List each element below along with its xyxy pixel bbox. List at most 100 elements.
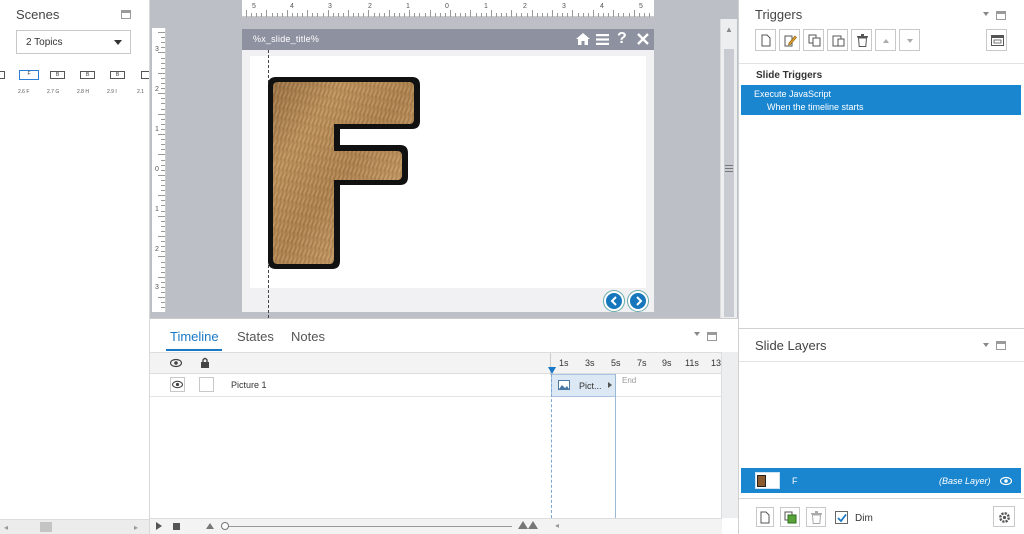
close-icon[interactable] (637, 33, 649, 45)
ruler-tick (419, 13, 421, 17)
stop-icon[interactable] (173, 523, 180, 530)
ruler-tick (424, 13, 426, 17)
timeline-header: 1s 3s 5s 7s 9s 11s 13 (150, 352, 722, 375)
zoom-slider-track[interactable] (222, 526, 512, 527)
eye-icon[interactable] (1000, 476, 1012, 486)
slide-thumb[interactable]: B (80, 71, 95, 79)
next-slide-button[interactable] (628, 291, 648, 311)
scroll-right-icon[interactable]: ▸ (134, 523, 138, 532)
chevron-down-icon[interactable] (694, 332, 700, 336)
menu-icon[interactable] (596, 33, 609, 46)
duplicate-layer-button[interactable] (780, 507, 800, 527)
chevron-down-icon[interactable] (983, 343, 989, 347)
ruler-tick (628, 13, 630, 17)
paste-trigger-button[interactable] (827, 29, 848, 51)
lock-toggle[interactable] (199, 377, 214, 392)
playhead[interactable] (548, 367, 556, 374)
ruler-tick (158, 256, 165, 258)
scroll-thumb[interactable] (724, 49, 734, 317)
trigger-item[interactable]: Execute JavaScript When the timeline sta… (741, 85, 1021, 115)
pin-icon[interactable] (707, 332, 717, 341)
ruler-tick (161, 230, 165, 232)
ruler-tick (541, 13, 543, 17)
ruler-tick (506, 13, 508, 17)
stage-vertical-scrollbar[interactable]: ▲ (720, 19, 737, 319)
prev-slide-button[interactable] (604, 291, 624, 311)
gear-icon (999, 512, 1010, 523)
ruler-tick (618, 13, 620, 17)
zoom-slider-handle[interactable] (221, 522, 229, 530)
end-line[interactable] (615, 374, 616, 518)
lock-icon[interactable] (200, 357, 210, 369)
ruler-tick (161, 210, 165, 212)
scroll-left-icon[interactable]: ◂ (4, 523, 8, 532)
ruler-tick (161, 271, 165, 273)
ruler-tick (161, 108, 165, 110)
expand-icon[interactable] (608, 382, 612, 388)
scroll-up-icon[interactable]: ▲ (725, 25, 733, 34)
ruler-tick (587, 13, 589, 17)
ruler-tick (158, 113, 165, 115)
ruler-tick (368, 10, 370, 17)
eye-icon[interactable] (170, 358, 182, 368)
play-icon[interactable] (156, 522, 162, 530)
ruler-tick (161, 302, 165, 304)
ruler-tick (161, 62, 165, 64)
ruler-tick (161, 281, 165, 283)
layer-item-base[interactable]: F (Base Layer) (741, 468, 1021, 493)
timeline-clip[interactable]: Pict... (551, 374, 616, 397)
tab-timeline[interactable]: Timeline (170, 329, 219, 344)
new-layer-button[interactable] (756, 507, 774, 527)
copy-trigger-button[interactable] (803, 29, 824, 51)
chevron-down-icon[interactable] (983, 12, 989, 16)
trigger-window-button[interactable] (986, 29, 1007, 51)
timeline-vertical-scrollbar[interactable] (721, 352, 738, 518)
new-trigger-button[interactable] (755, 29, 776, 51)
home-icon[interactable] (575, 32, 591, 46)
pin-icon[interactable] (996, 11, 1006, 20)
visibility-toggle[interactable] (170, 377, 185, 392)
ruler-tick (562, 13, 564, 17)
delete-layer-button[interactable] (806, 507, 826, 527)
zoom-out-icon[interactable] (206, 523, 214, 529)
topics-dropdown[interactable]: 2 Topics (16, 30, 131, 54)
active-tab-indicator (166, 349, 222, 351)
slide-thumb-prev[interactable] (0, 71, 5, 79)
ruler-tick (414, 13, 416, 17)
ruler-tick (572, 10, 574, 17)
help-icon[interactable]: ? (617, 30, 627, 48)
ruler-tick (317, 13, 319, 17)
slide-thumb-next[interactable] (141, 71, 149, 79)
layer-settings-button[interactable] (993, 506, 1015, 527)
scenes-scrollbar[interactable]: ◂ ▸ (0, 519, 149, 534)
edit-trigger-button[interactable] (779, 29, 800, 51)
layer-tag: (Base Layer) (939, 476, 991, 486)
scroll-left-icon[interactable]: ◂ (555, 521, 559, 530)
zoom-in-icon[interactable] (518, 521, 528, 529)
ruler-tick (161, 241, 165, 243)
ruler-tick (158, 276, 165, 278)
slide-thumb[interactable]: B (110, 71, 125, 79)
move-up-button[interactable] (875, 29, 896, 51)
move-down-button[interactable] (899, 29, 920, 51)
pin-icon[interactable] (996, 341, 1006, 350)
slide-thumb-selected[interactable]: F (19, 70, 39, 80)
chevron-left-icon (610, 296, 617, 306)
slide-thumb[interactable]: B (50, 71, 65, 79)
timeline-row[interactable]: Picture 1 Pict... End (150, 374, 722, 397)
ruler-tick (536, 13, 538, 17)
pin-icon[interactable] (121, 10, 131, 19)
timeline-row-name: Picture 1 (231, 380, 267, 390)
letter-picture[interactable] (266, 73, 426, 275)
slide-triggers-heading: Slide Triggers (756, 70, 823, 81)
ruler-tick (161, 88, 165, 90)
dim-checkbox[interactable] (835, 511, 848, 524)
tab-notes[interactable]: Notes (291, 329, 325, 344)
ruler-tick (297, 13, 298, 17)
ruler-tick (552, 10, 553, 17)
tab-states[interactable]: States (237, 329, 274, 344)
delete-trigger-button[interactable] (851, 29, 872, 51)
scroll-thumb[interactable] (40, 522, 52, 532)
trigger-condition: When the timeline starts (767, 102, 864, 112)
timeline-tick: 9s (662, 358, 672, 368)
